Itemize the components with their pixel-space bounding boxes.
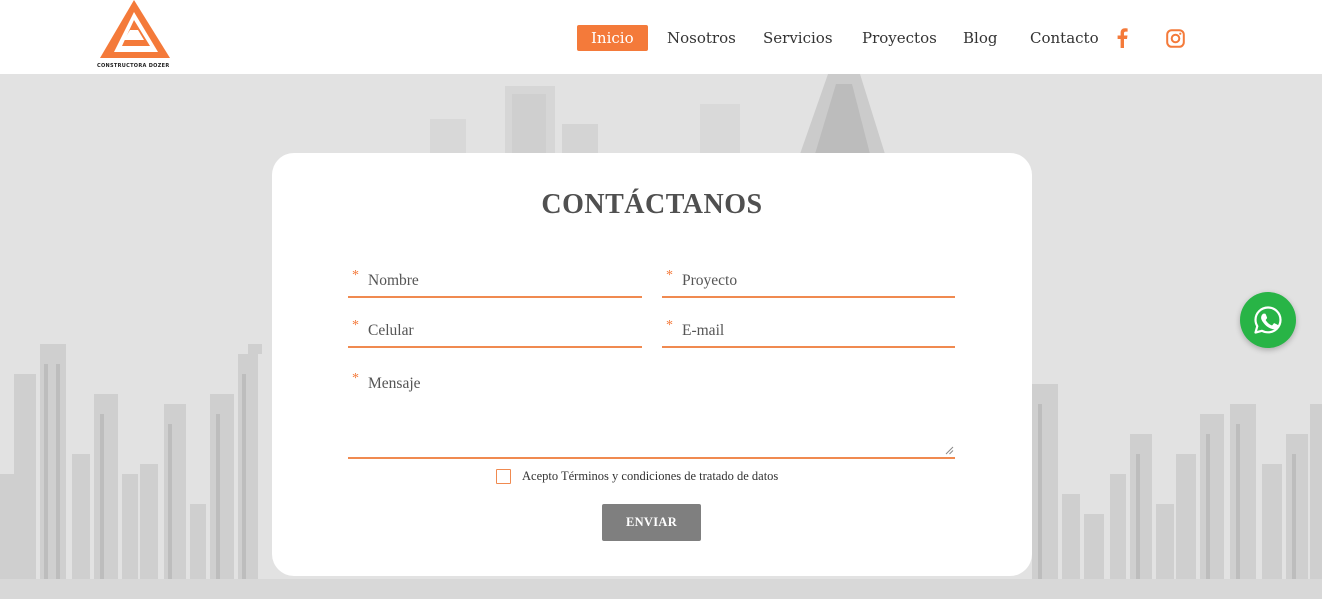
email-placeholder: E-mail [682, 322, 725, 339]
facebook-icon[interactable] [1112, 27, 1132, 49]
nav-item-contacto[interactable]: Contacto [1030, 25, 1099, 51]
nav-item-blog[interactable]: Blog [963, 25, 997, 51]
contact-form-card: CONTÁCTANOS * Nombre * Proyecto * Celula… [272, 153, 1032, 576]
required-mark: * [352, 268, 359, 283]
brand-logo[interactable]: CONSTRUCTORA DOZER [94, 0, 176, 74]
name-field[interactable]: * Nombre [348, 258, 642, 298]
form-title: CONTÁCTANOS [541, 189, 763, 220]
email-field[interactable]: * E-mail [662, 308, 955, 348]
name-placeholder: Nombre [368, 272, 419, 289]
site-header: CONSTRUCTORA DOZER Inicio Nosotros Servi… [0, 0, 1322, 74]
nav-item-servicios[interactable]: Servicios [763, 25, 833, 51]
terms-checkbox[interactable] [496, 469, 511, 484]
whatsapp-icon [1254, 306, 1282, 334]
project-placeholder: Proyecto [682, 272, 738, 289]
project-field[interactable]: * Proyecto [662, 258, 955, 298]
submit-button[interactable]: ENVIAR [602, 504, 701, 541]
message-placeholder: Mensaje [368, 375, 421, 392]
required-mark: * [352, 318, 359, 333]
triangle-logo-icon [100, 0, 170, 58]
whatsapp-button[interactable] [1240, 292, 1296, 348]
required-mark: * [666, 268, 673, 283]
nav-item-nosotros[interactable]: Nosotros [667, 25, 736, 51]
instagram-icon[interactable] [1165, 27, 1185, 49]
terms-label[interactable]: Acepto Términos y condiciones de tratado… [522, 469, 778, 484]
message-textarea[interactable]: * Mensaje [348, 363, 955, 459]
resize-handle-icon[interactable] [945, 446, 954, 455]
nav-item-inicio[interactable]: Inicio [577, 25, 648, 51]
required-mark: * [352, 371, 359, 386]
phone-field[interactable]: * Celular [348, 308, 642, 348]
nav-item-proyectos[interactable]: Proyectos [862, 25, 937, 51]
brand-name: CONSTRUCTORA DOZER [97, 63, 170, 69]
required-mark: * [666, 318, 673, 333]
phone-placeholder: Celular [368, 322, 414, 339]
